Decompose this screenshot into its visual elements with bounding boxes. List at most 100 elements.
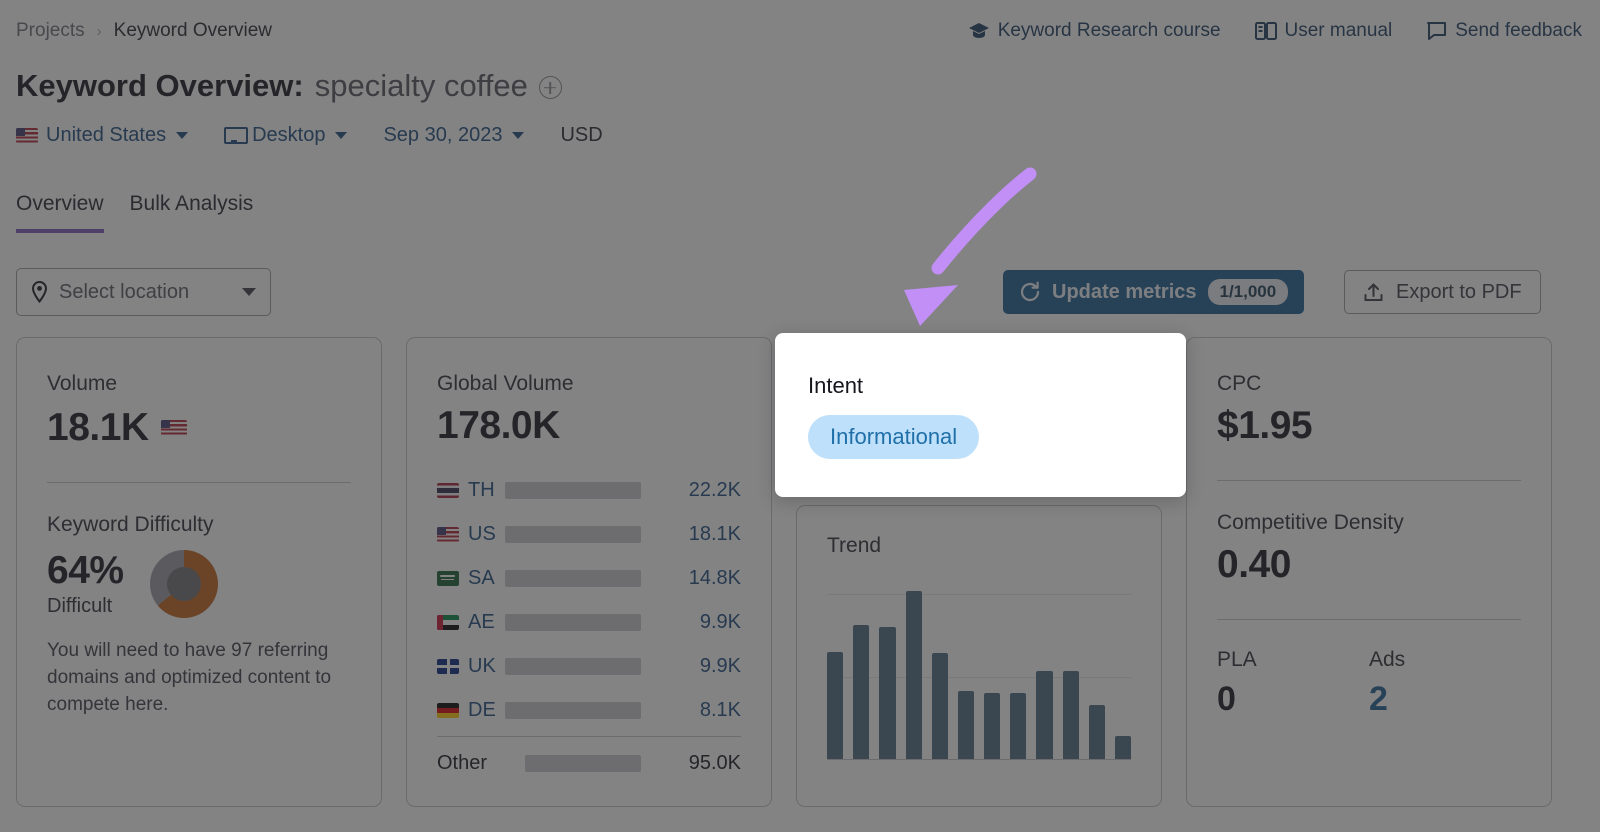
- trend-bar[interactable]: [905, 590, 922, 759]
- global-volume-row[interactable]: UK 9.9K: [437, 644, 741, 688]
- keyword-difficulty-value: 64%: [47, 549, 124, 592]
- other-label: Other: [437, 751, 488, 774]
- export-to-pdf-button[interactable]: Export to PDF: [1344, 270, 1541, 314]
- global-volume-row[interactable]: SA 14.8K: [437, 556, 741, 600]
- volume-bar: [525, 754, 641, 772]
- plus-circle-icon[interactable]: [538, 76, 562, 99]
- user-manual-label: User manual: [1284, 20, 1393, 41]
- competitive-density-label: Competitive Density: [1217, 511, 1404, 534]
- country-volume-value: 14.8K: [688, 566, 741, 589]
- filter-row: United States Desktop Sep 30, 2023 USD: [16, 124, 639, 147]
- volume-bar: [505, 525, 641, 543]
- map-pin-icon: [31, 281, 48, 303]
- trend-bar[interactable]: [957, 690, 975, 759]
- keyword-difficulty-row: 64% Difficult: [47, 549, 351, 618]
- monitor-icon: [224, 127, 249, 144]
- uk-flag-icon: [437, 658, 459, 674]
- trend-bar[interactable]: [1036, 671, 1053, 759]
- country-cell: UK: [437, 655, 505, 678]
- tab-overview[interactable]: Overview: [16, 192, 104, 233]
- upload-icon: [1363, 282, 1384, 303]
- breadcrumb-projects[interactable]: Projects: [16, 20, 85, 42]
- intent-popup-title: Intent: [808, 373, 864, 398]
- trend-bar[interactable]: [879, 626, 896, 759]
- global-volume-row[interactable]: US 18.1K: [437, 512, 741, 556]
- trend-bar[interactable]: [827, 651, 844, 759]
- keyword-difficulty-note: You will need to have 97 referring domai…: [47, 640, 332, 715]
- trend-chart: [827, 580, 1132, 760]
- book-icon: [1254, 21, 1277, 41]
- trend-label: Trend: [827, 534, 882, 557]
- country-filter-label: United States: [46, 124, 167, 146]
- top-links: Keyword Research course User manual Send…: [968, 20, 1582, 42]
- select-location-dropdown[interactable]: Select location: [16, 268, 271, 316]
- volume-value-row: 18.1K: [47, 406, 351, 450]
- global-volume-value: 178.0K: [437, 404, 560, 447]
- country-volume-value: 8.1K: [699, 698, 741, 721]
- trend-card: Trend: [796, 505, 1162, 807]
- tab-divider: [0, 242, 1600, 243]
- pla-metric: PLA 0: [1217, 648, 1369, 719]
- cpc-card: CPC $1.95 Competitive Density 0.40 PLA 0…: [1186, 337, 1552, 807]
- pla-label: PLA: [1217, 648, 1257, 671]
- ae-flag-icon: [437, 614, 459, 630]
- ads-label: Ads: [1369, 648, 1406, 671]
- chevron-down-icon: [242, 288, 256, 296]
- trend-bar[interactable]: [853, 624, 870, 759]
- country-code: AE: [468, 610, 495, 633]
- global-volume-row[interactable]: DE 8.1K: [437, 688, 741, 732]
- global-volume-row[interactable]: TH 22.2K: [437, 468, 741, 512]
- date-filter[interactable]: Sep 30, 2023: [383, 124, 525, 147]
- keyword-difficulty-donut-chart: [149, 549, 218, 618]
- update-metrics-label: Update metrics: [1052, 280, 1197, 303]
- tab-bulk-analysis[interactable]: Bulk Analysis: [130, 192, 254, 233]
- trend-bar[interactable]: [1062, 671, 1079, 759]
- country-code: TH: [468, 478, 495, 501]
- global-volume-country-list: TH 22.2K US 18.1K SA 14.8K AE 9.9K UK 9.9K DE 8.1K O…: [437, 468, 741, 785]
- user-manual-link[interactable]: User manual: [1254, 20, 1393, 42]
- us-flag-icon: [437, 526, 459, 542]
- global-volume-row[interactable]: AE 9.9K: [437, 600, 741, 644]
- trend-bar[interactable]: [931, 653, 948, 759]
- ads-value[interactable]: 2: [1369, 680, 1521, 719]
- breadcrumb: Projects › Keyword Overview: [16, 20, 272, 42]
- divider: [437, 736, 741, 737]
- page-title: Keyword Overview: specialty coffee: [16, 68, 562, 104]
- update-metrics-button[interactable]: Update metrics 1/1,000: [1003, 270, 1305, 314]
- page-title-label: Keyword Overview:: [16, 68, 304, 103]
- tab-bar: Overview Bulk Analysis: [16, 192, 253, 233]
- sa-flag-icon: [437, 570, 459, 586]
- trend-bar[interactable]: [1114, 735, 1132, 759]
- keyword-difficulty-status: Difficult: [47, 595, 113, 617]
- country-volume-value: 18.1K: [688, 522, 741, 545]
- volume-bar: [505, 701, 641, 719]
- date-filter-label: Sep 30, 2023: [383, 124, 503, 146]
- currency-value: USD: [560, 124, 603, 146]
- keyword-research-course-label: Keyword Research course: [997, 20, 1221, 41]
- trend-bar[interactable]: [1088, 705, 1105, 759]
- keyword-research-course-link[interactable]: Keyword Research course: [968, 20, 1221, 42]
- chevron-down-icon: [176, 132, 189, 139]
- country-filter[interactable]: United States: [16, 124, 189, 147]
- update-metrics-count-badge: 1/1,000: [1207, 279, 1289, 305]
- country-cell: US: [437, 523, 505, 546]
- country-volume-value: 9.9K: [699, 610, 741, 633]
- send-feedback-label: Send feedback: [1455, 20, 1582, 41]
- volume-card: Volume 18.1K Keyword Difficulty 64% Diff…: [16, 337, 382, 807]
- ads-metric: Ads 2: [1369, 648, 1521, 719]
- us-flag-icon: [160, 419, 187, 437]
- trend-bar[interactable]: [984, 692, 1001, 759]
- pla-value: 0: [1217, 680, 1236, 718]
- us-flag-icon: [16, 128, 38, 143]
- chevron-down-icon: [335, 132, 348, 139]
- intent-popup: Intent Informational: [775, 333, 1186, 497]
- competitive-density-value: 0.40: [1217, 543, 1291, 586]
- device-filter[interactable]: Desktop: [224, 124, 348, 147]
- send-feedback-link[interactable]: Send feedback: [1426, 20, 1582, 42]
- volume-bar: [505, 569, 641, 587]
- intent-chip[interactable]: Informational: [808, 415, 980, 459]
- cpc-value: $1.95: [1217, 404, 1313, 447]
- page-title-keyword: specialty coffee: [314, 68, 528, 103]
- de-flag-icon: [437, 702, 459, 718]
- trend-bar[interactable]: [1010, 692, 1027, 759]
